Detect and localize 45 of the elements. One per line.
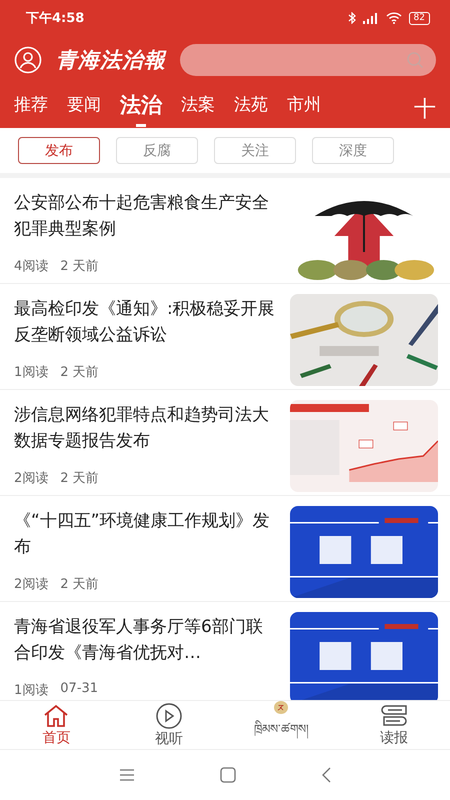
channel-tab[interactable]: 要闻 (67, 91, 101, 127)
publish-time: 2 天前 (60, 470, 99, 487)
add-channel-button[interactable]: 十 (414, 94, 450, 124)
user-icon[interactable] (14, 46, 42, 74)
nav-tab[interactable]: 视听 (112, 701, 225, 749)
menu-icon[interactable] (119, 769, 135, 781)
filter-tab[interactable]: 发布 (18, 137, 100, 164)
read-count: 1阅读 (14, 682, 48, 699)
article-title[interactable]: 最高检印发《通知》:积极稳妥开展反垄断领域公益诉讼 (14, 296, 278, 348)
article-title[interactable]: 青海省退役军人事务厅等6部门联合印发《青海省优抚对… (14, 614, 278, 666)
article-title[interactable]: 《“十四五”环境健康工作规划》发布 (14, 508, 278, 560)
nav-tab[interactable]: 首页 (0, 701, 112, 749)
channel-tab[interactable]: 推荐 (14, 91, 48, 127)
article-title[interactable]: 涉信息网络犯罪特点和趋势司法大数据专题报告发布 (14, 402, 278, 454)
nav-tab[interactable]: ཁྲིམས་ཚགས། (225, 701, 338, 749)
filter-tab[interactable]: 关注 (214, 137, 296, 164)
battery-level: 82 (408, 12, 430, 24)
bluetooth-icon (348, 12, 356, 24)
channel-tab[interactable]: 法治 (120, 91, 162, 127)
channel-tab[interactable]: 市州 (287, 91, 321, 127)
wifi-icon (386, 12, 402, 24)
filter-tab[interactable]: 反腐 (116, 137, 198, 164)
read-count: 2阅读 (14, 576, 48, 593)
home-button-icon[interactable] (220, 767, 236, 783)
nav-tab[interactable]: 读报 (338, 701, 450, 749)
filter-tab[interactable]: 深度 (312, 137, 394, 164)
publish-time: 2 天前 (60, 576, 99, 593)
read-count: 2阅读 (14, 470, 48, 487)
article-title[interactable]: 公安部公布十起危害粮食生产安全犯罪典型案例 (14, 190, 278, 242)
search-icon (406, 51, 424, 69)
status-time: 下午4:58 (26, 10, 84, 27)
home-icon (43, 704, 70, 728)
search-field[interactable] (180, 44, 436, 76)
read-count: 4阅读 (14, 258, 48, 275)
publish-time: 2 天前 (60, 364, 99, 381)
signal-icon (362, 12, 379, 24)
logo: 青海法治報 (56, 46, 166, 74)
play-icon (156, 702, 182, 728)
read-count: 1阅读 (14, 364, 48, 381)
channel-tab[interactable]: 法案 (181, 91, 215, 127)
publish-time: 07-31 (60, 681, 98, 698)
back-icon[interactable] (321, 767, 331, 783)
publish-time: 2 天前 (60, 258, 99, 275)
channel-tab[interactable]: 法苑 (234, 91, 268, 127)
newspaper-icon (380, 704, 408, 728)
